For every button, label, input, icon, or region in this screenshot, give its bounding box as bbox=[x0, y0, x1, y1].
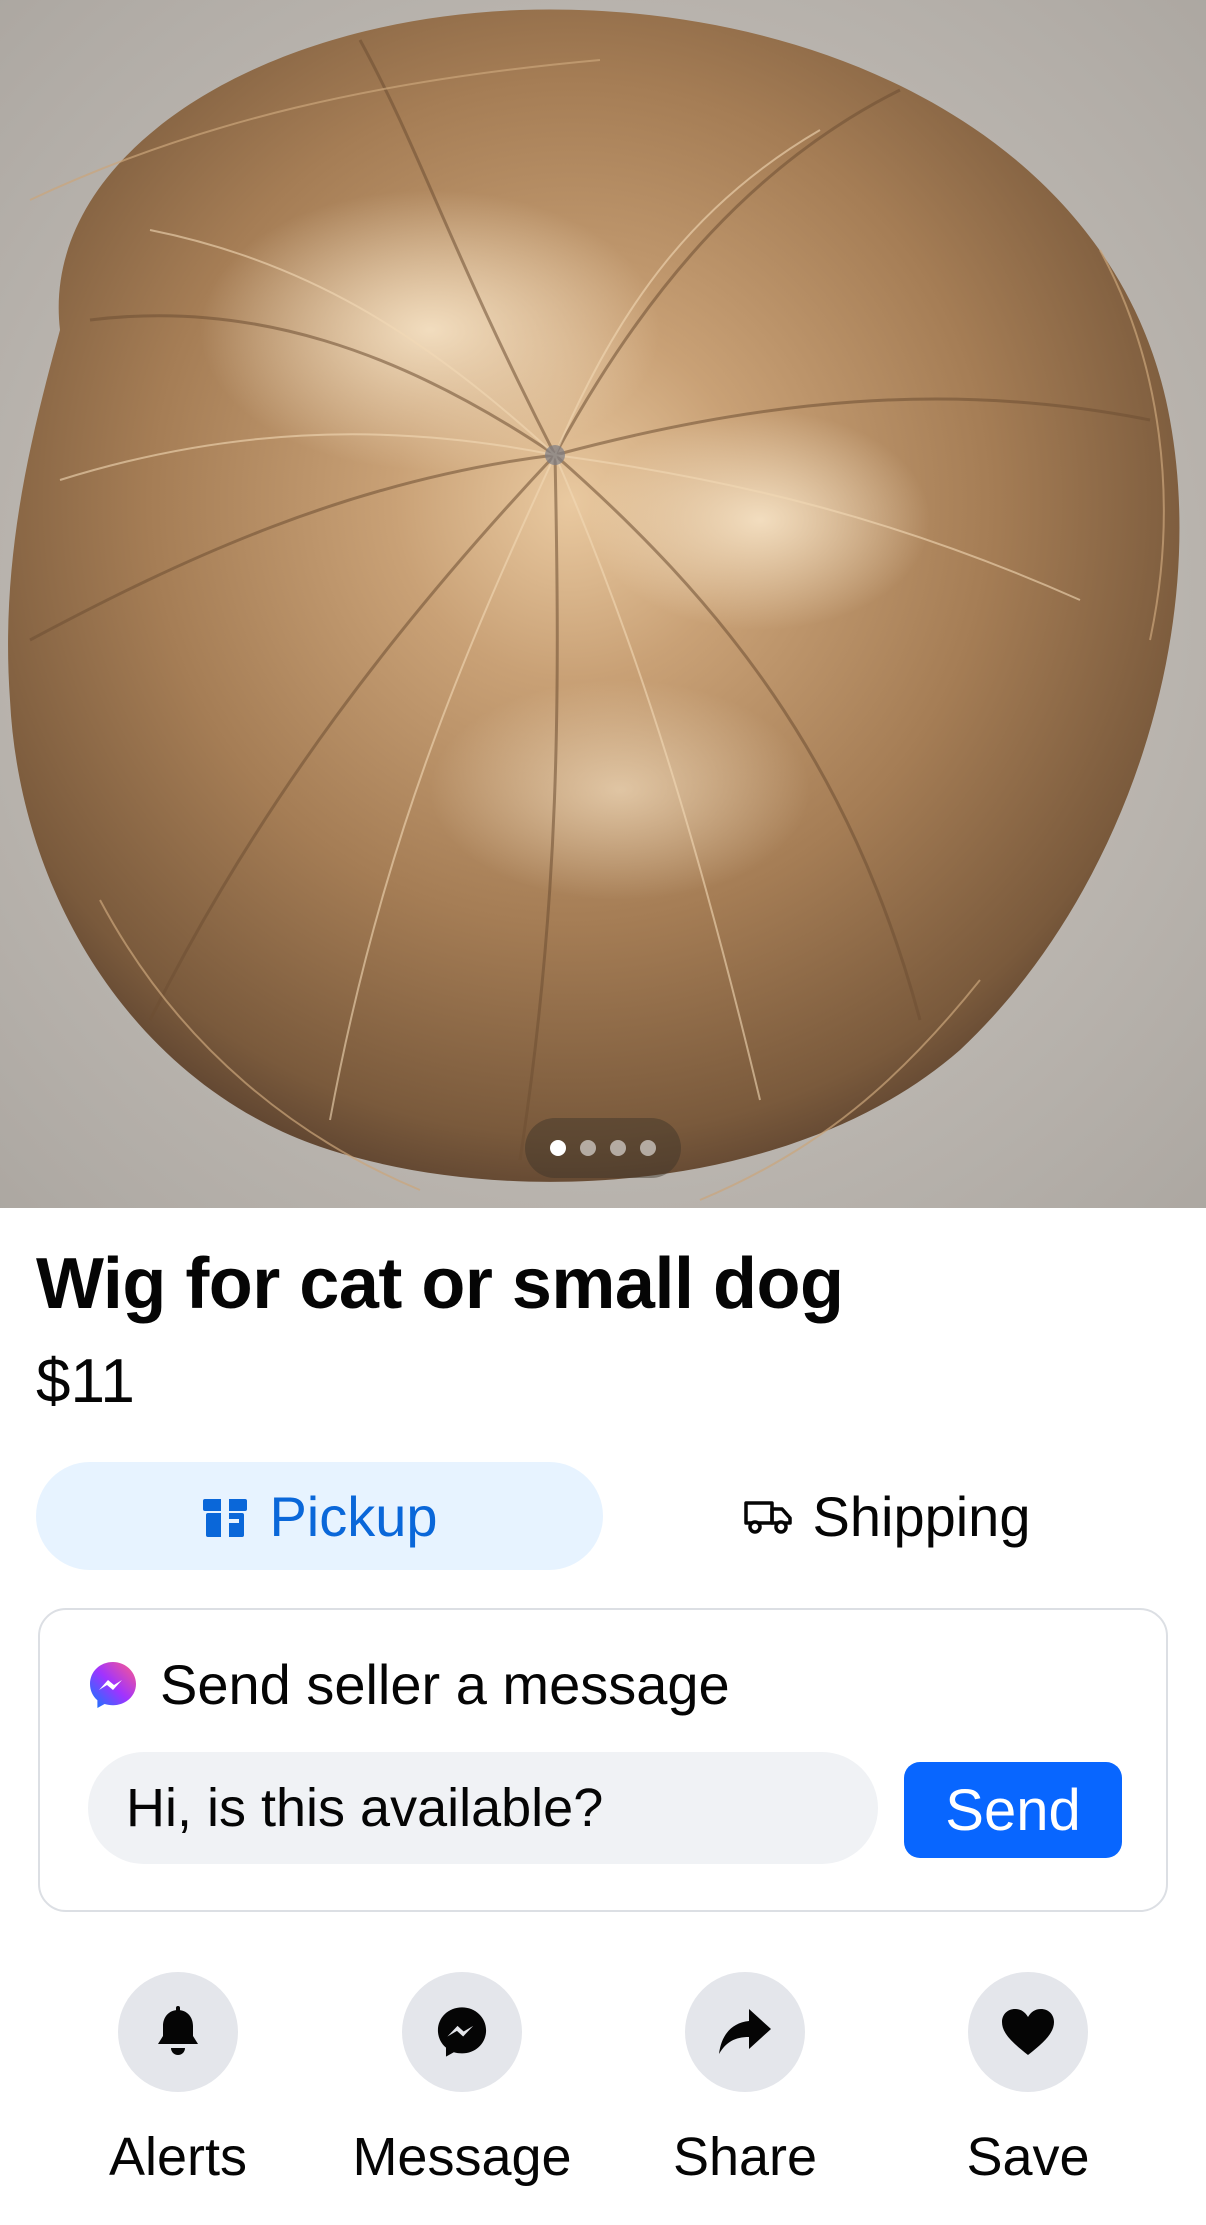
heart-icon bbox=[1002, 2009, 1054, 2055]
send-message-card: Send seller a message Send bbox=[38, 1608, 1168, 1912]
pickup-label: Pickup bbox=[269, 1484, 438, 1548]
save-label: Save bbox=[966, 2127, 1090, 2187]
alerts-action[interactable]: Alerts bbox=[38, 1972, 318, 2188]
listing-price: $11 bbox=[36, 1347, 135, 1416]
messenger-icon bbox=[437, 2007, 487, 2057]
share-label: Share bbox=[672, 2127, 818, 2187]
message-input[interactable] bbox=[88, 1752, 878, 1864]
truck-icon bbox=[743, 1501, 792, 1534]
pickup-option[interactable]: Pickup bbox=[36, 1462, 603, 1570]
shipping-label: Shipping bbox=[812, 1484, 1031, 1548]
photo-dot-1[interactable] bbox=[550, 1140, 566, 1156]
listing-actions: Alerts Message Share Save bbox=[0, 1972, 1206, 2192]
wig-photo-illustration bbox=[0, 0, 1206, 1208]
message-card-header: Send seller a message bbox=[88, 1652, 730, 1717]
send-button[interactable]: Send bbox=[904, 1762, 1122, 1858]
share-button[interactable] bbox=[685, 1972, 805, 2092]
photo-pagination[interactable] bbox=[525, 1118, 681, 1178]
message-action[interactable]: Message bbox=[322, 1972, 602, 2188]
message-label: Message bbox=[352, 2127, 572, 2187]
photo-dot-4[interactable] bbox=[640, 1140, 656, 1156]
shipping-option[interactable]: Shipping bbox=[603, 1462, 1170, 1570]
photo-dot-2[interactable] bbox=[580, 1140, 596, 1156]
listing-title: Wig for cat or small dog bbox=[36, 1244, 844, 1324]
pickup-box-icon bbox=[203, 1499, 248, 1537]
listing-photo[interactable] bbox=[0, 0, 1206, 1208]
bell-icon bbox=[158, 2006, 198, 2055]
save-action[interactable]: Save bbox=[888, 1972, 1168, 2188]
message-button[interactable] bbox=[402, 1972, 522, 2092]
message-card-title: Send seller a message bbox=[160, 1653, 730, 1716]
alerts-label: Alerts bbox=[108, 2127, 248, 2187]
photo-dot-3[interactable] bbox=[610, 1140, 626, 1156]
share-icon bbox=[719, 2009, 771, 2054]
messenger-logo-icon bbox=[90, 1661, 136, 1708]
alerts-button[interactable] bbox=[118, 1972, 238, 2092]
save-button[interactable] bbox=[968, 1972, 1088, 2092]
share-action[interactable]: Share bbox=[605, 1972, 885, 2188]
